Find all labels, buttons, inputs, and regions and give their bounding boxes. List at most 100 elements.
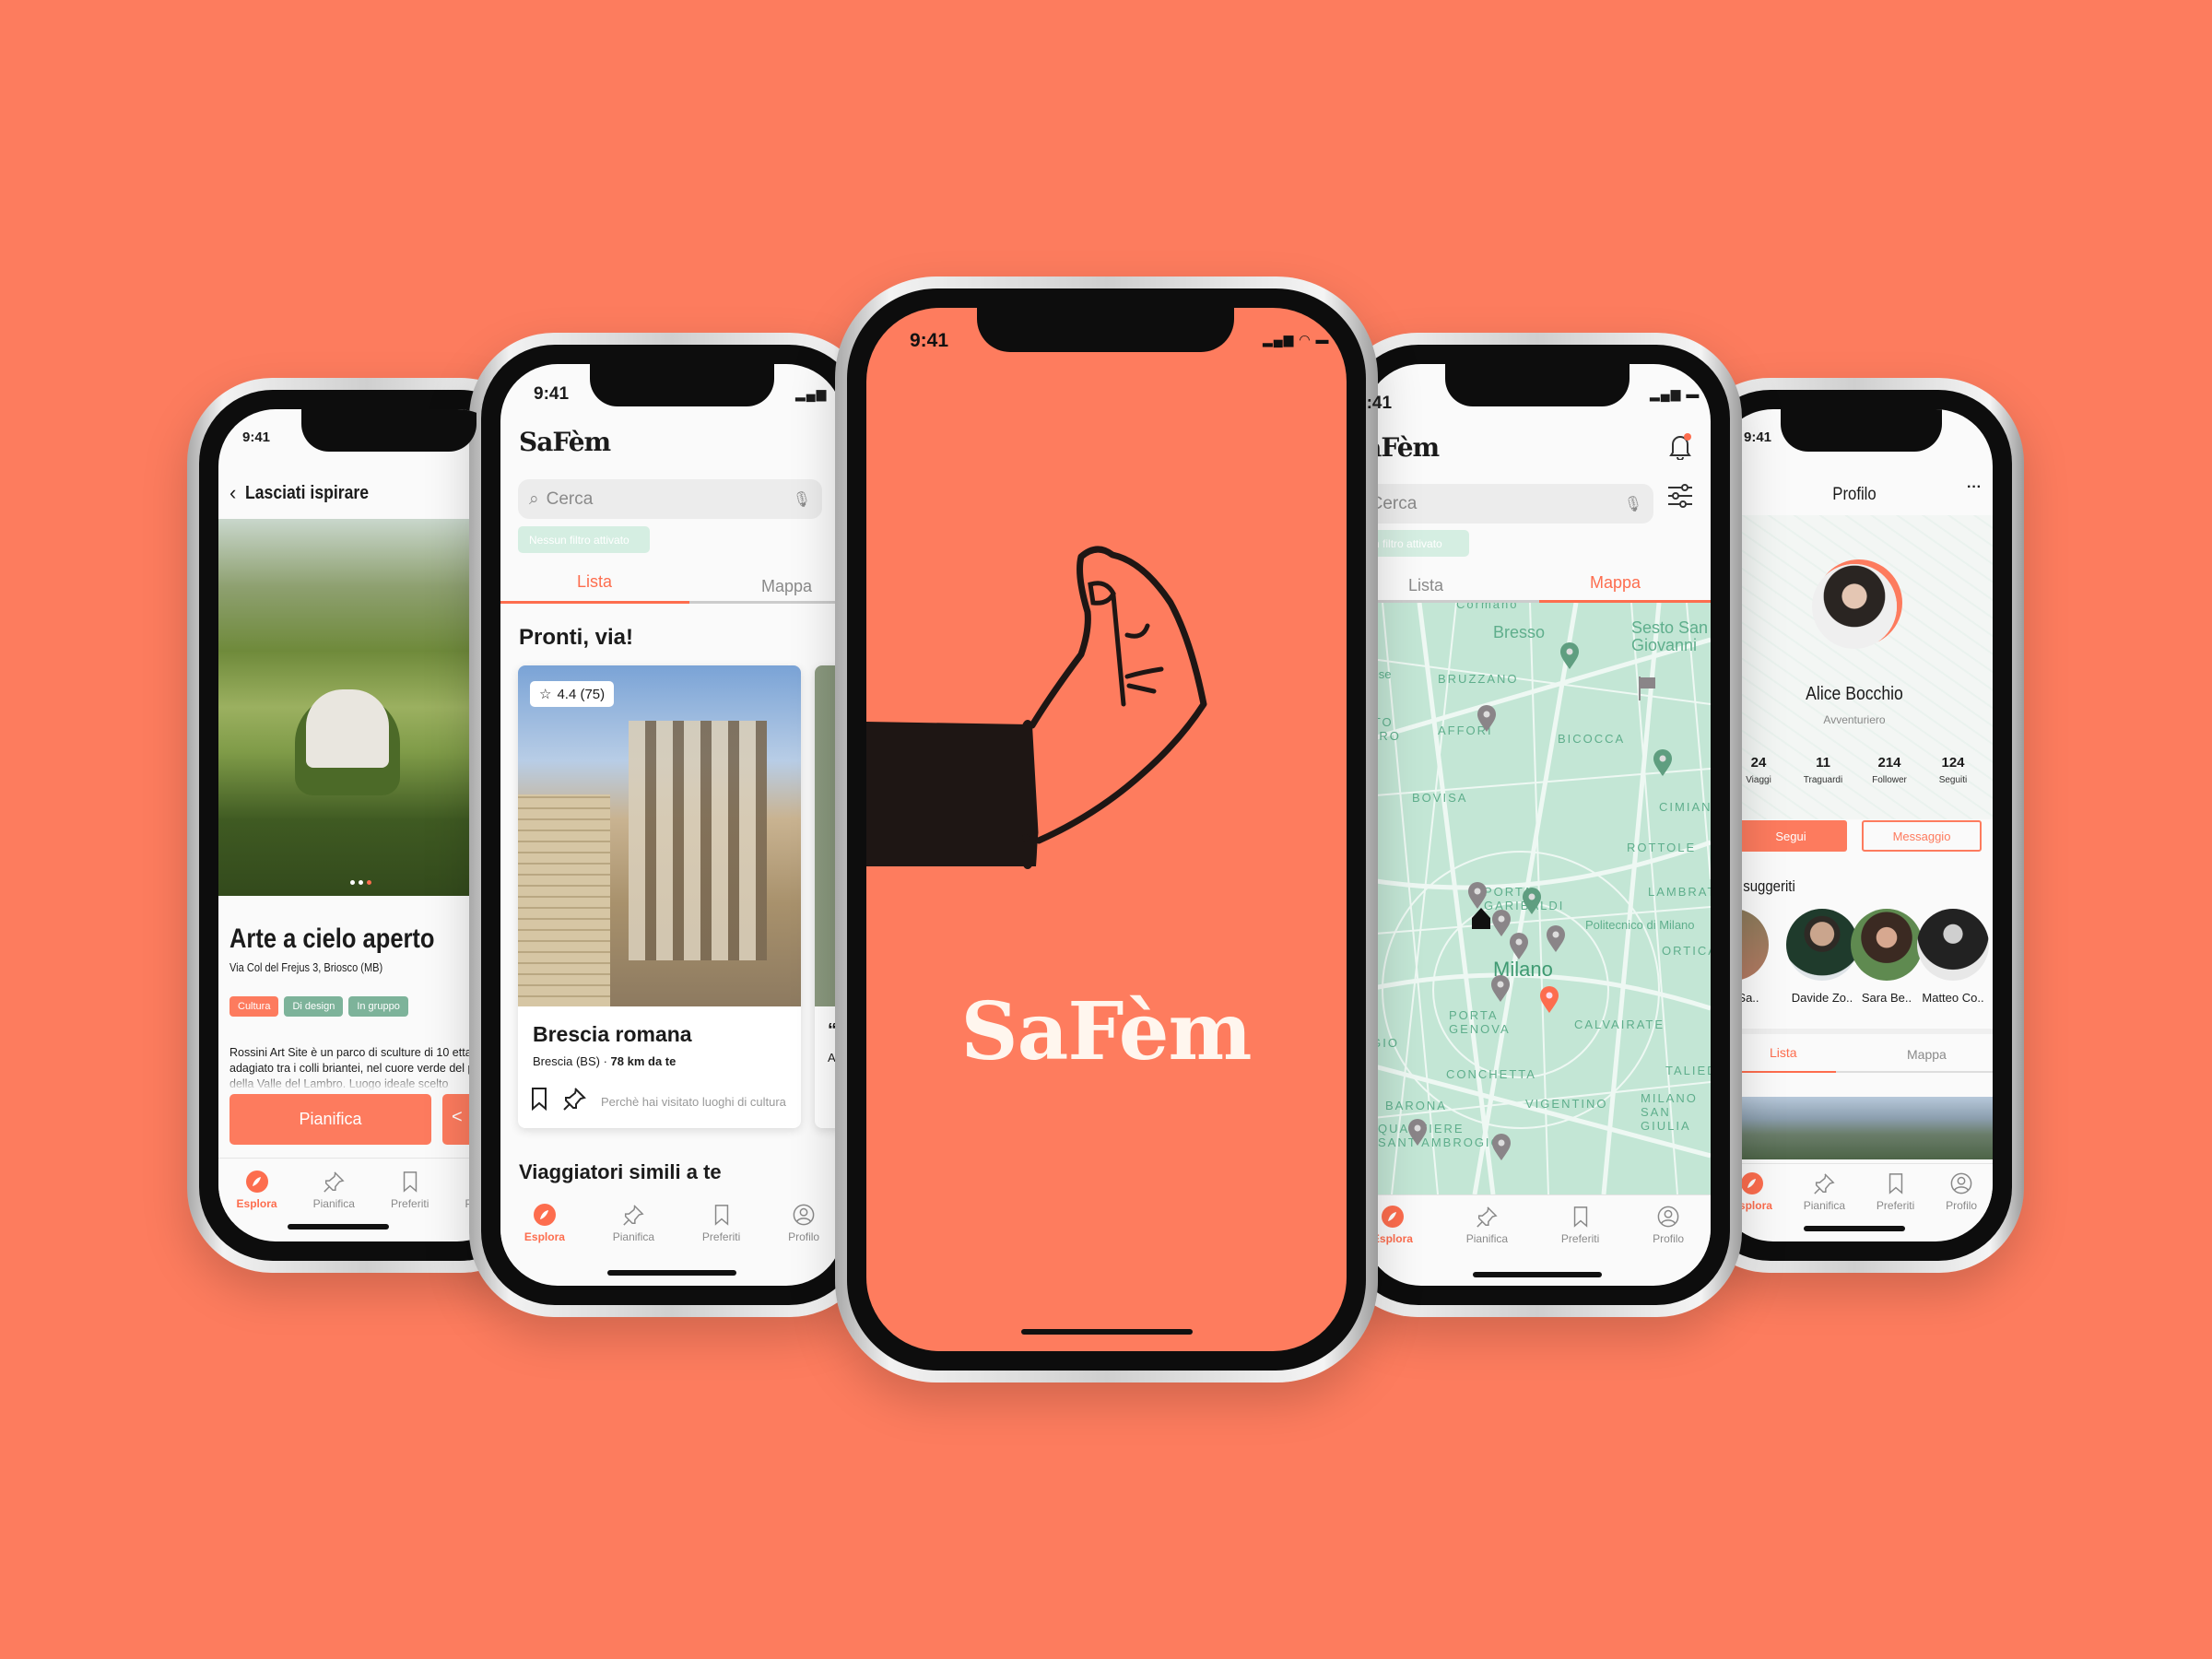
map-label: VIGENTINO: [1525, 1097, 1608, 1111]
pushpin-icon: [322, 1170, 346, 1194]
nav-item-esplora[interactable]: Esplora: [237, 1170, 277, 1222]
plan-button[interactable]: Pianifica: [229, 1094, 431, 1145]
tab-mappa[interactable]: Mappa: [1590, 573, 1641, 593]
nav-label: Preferiti: [701, 1230, 741, 1243]
back-button[interactable]: ‹ Lasciati ispirare: [229, 481, 386, 505]
microphone-icon[interactable]: 🎙︎: [1624, 495, 1642, 513]
map-pin-grey[interactable]: [1509, 933, 1529, 960]
carousel-dots[interactable]: [350, 880, 371, 885]
bookmark-icon: [398, 1170, 422, 1194]
map-pin-grey[interactable]: [1477, 705, 1497, 733]
nav-item-preferiti[interactable]: Preferiti: [1561, 1205, 1599, 1268]
bookmark-icon: [710, 1203, 734, 1227]
stat-value: 11: [1816, 755, 1830, 771]
nav-item-profilo[interactable]: Profilo: [788, 1203, 819, 1267]
map-label: CIMIANO: [1659, 800, 1711, 814]
map-pin-green[interactable]: [1653, 749, 1673, 777]
map-pin-grey[interactable]: [1490, 975, 1511, 1003]
app-logo: SaFèm: [960, 985, 1253, 1078]
map-label: PORTA GENOVA: [1449, 1008, 1511, 1036]
tag-cultura[interactable]: Cultura: [229, 996, 279, 1017]
trip-photo[interactable]: [1716, 1097, 1993, 1159]
map-pin-grey[interactable]: [1546, 925, 1566, 953]
map-label: ROTTOLE: [1627, 841, 1697, 854]
search-input[interactable]: ⌕Cerca 🎙︎: [1364, 484, 1653, 524]
home-indicator: [288, 1224, 389, 1230]
map-pin-grey[interactable]: [1491, 1134, 1512, 1161]
compass-icon: [533, 1203, 557, 1227]
user-name: Davide Zo..: [1791, 991, 1853, 1005]
stat-traguardi[interactable]: 11 Traguardi: [1791, 755, 1855, 787]
phone-profile-screen: 9:41 Profilo ··· Alice Bocchio Avventuri…: [1716, 409, 1993, 1241]
pinched-fingers-hand-illustration: [866, 546, 1207, 869]
tab-lista[interactable]: Lista: [577, 572, 612, 592]
stat-label: Traguardi: [1803, 775, 1843, 785]
avatar[interactable]: [1812, 564, 1897, 649]
stat-value: 124: [1941, 755, 1965, 771]
map-label: Sesto San Giovanni: [1631, 618, 1709, 654]
nav-label: Preferiti: [391, 1197, 429, 1210]
filter-settings-icon[interactable]: [1666, 482, 1694, 514]
bookmark-icon[interactable]: [531, 1087, 547, 1116]
map-view[interactable]: Cormano Bresso Sesto San Giovanni anese …: [1364, 603, 1711, 1194]
map-pin-green[interactable]: [1559, 642, 1580, 670]
nav-label: Esplora: [1371, 1232, 1413, 1245]
microphone-icon[interactable]: 🎙︎: [793, 490, 811, 509]
status-time: 9:41: [910, 330, 949, 351]
filter-chip[interactable]: Nessun filtro attivato: [518, 526, 650, 553]
place-title: Arte a cielo aperto: [229, 924, 435, 954]
tag-in-gruppo[interactable]: In gruppo: [348, 996, 408, 1017]
search-input[interactable]: ⌕Cerca 🎙︎: [518, 479, 822, 519]
status-time: 9:41: [242, 429, 271, 445]
phone-map-screen: 9:41 ▂▄▆ ▬ SaFèm ⌕Cerca 🎙︎ Nessun filtro…: [1364, 364, 1711, 1286]
sculture-photo-object: [306, 689, 389, 768]
more-options-button[interactable]: ···: [1967, 479, 1982, 496]
nav-label: Profilo: [1946, 1199, 1978, 1212]
card-reason: Perchè hai visitato luoghi di cultura: [601, 1094, 786, 1109]
card-title: Brescia romana: [533, 1022, 692, 1046]
signal-wifi-icon: ▂▄▆: [795, 386, 828, 401]
home-marker-icon[interactable]: [1471, 903, 1491, 931]
stat-seguiti[interactable]: 124 Seguiti: [1921, 755, 1985, 787]
map-pin-green[interactable]: [1522, 888, 1542, 915]
temple-columns: [629, 721, 767, 960]
map-pin-selected[interactable]: [1539, 986, 1559, 1014]
nav-item-profilo[interactable]: Profilo: [1653, 1205, 1684, 1268]
map-pin-grey[interactable]: [1407, 1119, 1428, 1147]
suggested-user[interactable]: Matteo Co..: [1912, 909, 1993, 1006]
tab-lista[interactable]: Lista: [1408, 576, 1443, 595]
card-actions: Perchè hai visitato luoghi di cultura: [531, 1087, 786, 1116]
card-location: Brescia (BS): [533, 1054, 600, 1068]
place-card[interactable]: ☆ 4.4 (75) Brescia romana Brescia (BS) · …: [518, 665, 801, 1128]
tab-lista[interactable]: Lista: [1770, 1045, 1797, 1060]
profile-role: Avventuriero: [1823, 713, 1886, 726]
tab-mappa[interactable]: Mappa: [1907, 1047, 1947, 1062]
nav-item-preferiti[interactable]: Preferiti: [702, 1203, 740, 1267]
stat-follower[interactable]: 214 Follower: [1857, 755, 1922, 787]
nav-item-preferiti[interactable]: Preferiti: [1877, 1171, 1914, 1223]
nav-item-pianifica[interactable]: Pianifica: [613, 1203, 654, 1267]
message-button[interactable]: Messaggio: [1862, 820, 1982, 852]
nav-item-pianifica[interactable]: Pianifica: [313, 1170, 355, 1222]
stat-label: Viaggi: [1746, 775, 1771, 785]
map-flag-icon[interactable]: [1637, 675, 1657, 702]
home-indicator: [1473, 1272, 1602, 1277]
tab-mappa[interactable]: Mappa: [761, 577, 812, 596]
map-label: Cormano: [1456, 603, 1519, 611]
home-indicator: [607, 1270, 736, 1276]
notch: [977, 308, 1234, 352]
nav-item-preferiti[interactable]: Preferiti: [391, 1170, 429, 1222]
nav-item-pianifica[interactable]: Pianifica: [1466, 1205, 1508, 1268]
nav-item-esplora[interactable]: Esplora: [524, 1203, 565, 1267]
notch: [301, 409, 477, 452]
compass-icon: [1381, 1205, 1405, 1229]
tag-di-design[interactable]: Di design: [284, 996, 344, 1017]
pushpin-icon[interactable]: [562, 1087, 586, 1116]
notification-bell-icon[interactable]: [1668, 432, 1692, 461]
nav-item-pianifica[interactable]: Pianifica: [1804, 1171, 1845, 1223]
filter-chip[interactable]: Nessun filtro attivato: [1364, 530, 1469, 557]
user-name: Matteo Co..: [1922, 991, 1984, 1005]
nav-item-esplora[interactable]: Esplora: [1372, 1205, 1413, 1268]
card-distance: 78 km da te: [610, 1054, 677, 1068]
nav-item-profilo[interactable]: Profilo: [1946, 1171, 1977, 1223]
